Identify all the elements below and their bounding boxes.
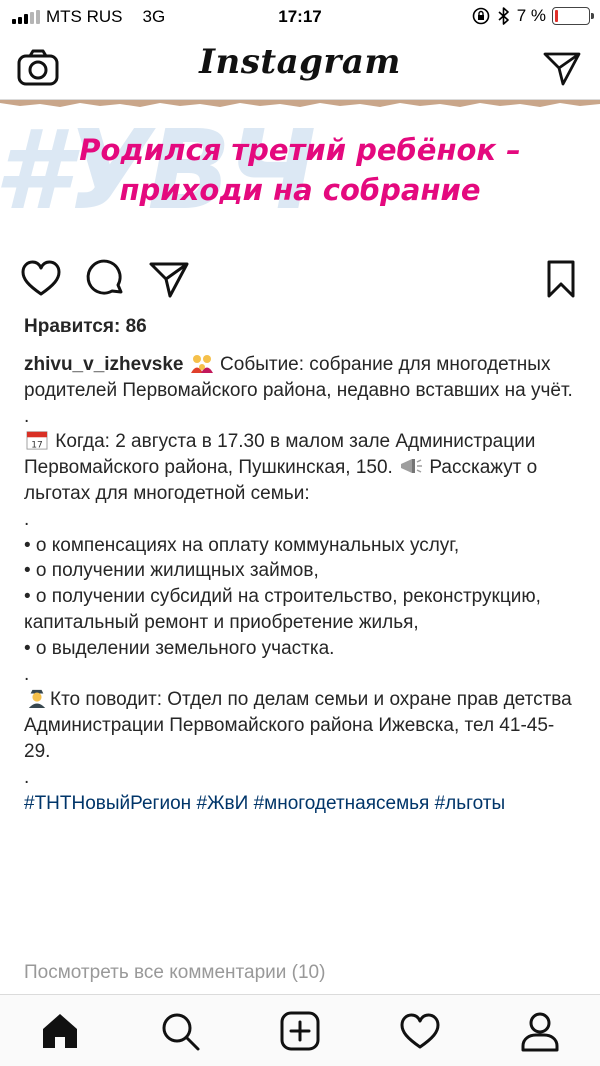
post-caption: zhivu_v_izhevske Событие: собрание для м…: [24, 352, 574, 816]
caption-dot-4: .: [24, 766, 30, 788]
caption-username[interactable]: zhivu_v_izhevske: [24, 354, 183, 375]
share-icon[interactable]: [148, 258, 190, 300]
heart-icon[interactable]: [20, 258, 62, 300]
caption-paragraph-3: Кто поводит: Отдел по делам семьи и охра…: [24, 687, 574, 764]
battery-level: [555, 10, 559, 22]
family-emoji-icon: [190, 355, 213, 373]
bluetooth-icon: [498, 7, 509, 25]
comment-icon[interactable]: [85, 258, 127, 300]
bookmark-icon[interactable]: [540, 258, 582, 300]
status-right: 7 %: [471, 6, 594, 26]
megaphone-icon: [401, 459, 423, 474]
orientation-lock-icon: [472, 7, 490, 25]
caption-bullet-4: • о выделении земельного участка.: [24, 637, 335, 659]
profile-icon[interactable]: [518, 1009, 562, 1053]
caption-dot-2: .: [24, 508, 30, 530]
svg-text:17: 17: [31, 441, 43, 451]
post-image[interactable]: #УВЧ Родился третий ребёнок – приходи на…: [0, 100, 600, 242]
caption-dot-1: .: [24, 405, 30, 427]
battery-icon: [552, 7, 594, 25]
status-bar: MTS RUS 3G 17:17 7 %: [0, 0, 600, 34]
caption-paragraph-1: zhivu_v_izhevske Событие: собрание для м…: [24, 352, 574, 404]
caption-paragraph-2: 17 Когда: 2 августа в 17.30 в малом зале…: [24, 429, 574, 506]
top-nav-bar: Instagram: [0, 34, 600, 100]
caption-bullet-1: • о компенсациях на оплату коммунальных …: [24, 534, 460, 556]
headline-line-2: приходи на собрание: [119, 173, 481, 207]
new-post-icon[interactable]: [278, 1009, 322, 1053]
search-icon[interactable]: [158, 1009, 202, 1053]
caption-bullet-3: • о получении субсидий на строительство,…: [24, 586, 541, 633]
instagram-logo: Instagram: [199, 42, 401, 82]
likes-count[interactable]: Нравится: 86: [24, 316, 147, 338]
calendar-icon: 17: [26, 431, 48, 451]
home-icon[interactable]: [38, 1009, 82, 1053]
view-all-comments-link[interactable]: Посмотреть все комментарии (10): [24, 962, 325, 984]
bottom-tab-bar: [0, 994, 600, 1066]
direct-message-icon[interactable]: [542, 48, 582, 88]
activity-icon[interactable]: [398, 1009, 442, 1053]
post-actions: [0, 252, 600, 306]
headline-line-1: Родился третий ребёнок –: [79, 133, 521, 167]
caption-who-text: Кто поводит: Отдел по делам семьи и охра…: [24, 689, 572, 762]
battery-percent: 7 %: [516, 6, 546, 25]
caption-hashtags[interactable]: #ТНТНовыйРегион #ЖвИ #многодетнаясемья #…: [24, 791, 574, 817]
caption-bullet-2: • о получении жилищных займов,: [24, 560, 319, 582]
official-emoji-icon: [28, 690, 46, 709]
post-headline: Родился третий ребёнок – приходи на собр…: [0, 130, 600, 210]
caption-dot-3: .: [24, 663, 30, 685]
